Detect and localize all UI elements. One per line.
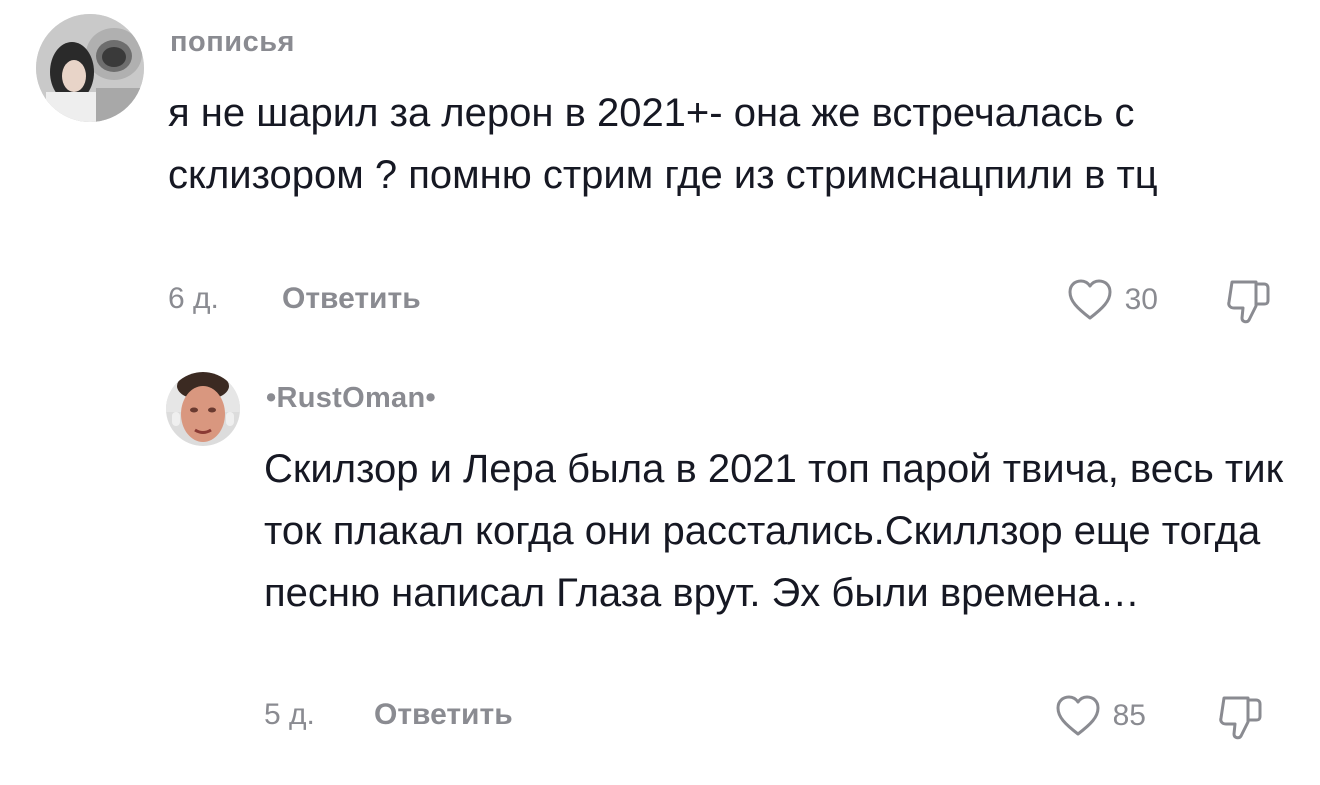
dislike-button[interactable] xyxy=(1214,692,1266,744)
heart-outline-icon xyxy=(1056,695,1100,736)
comment-date: 5 д. xyxy=(264,698,315,731)
username[interactable]: пописья xyxy=(170,26,295,59)
like-button[interactable]: 30 xyxy=(1067,276,1158,324)
reply-button[interactable]: Ответить xyxy=(374,698,513,732)
comment-date: 6 д. xyxy=(168,282,219,315)
like-count: 85 xyxy=(1112,699,1146,732)
reply-button[interactable]: Ответить xyxy=(282,282,421,316)
avatar[interactable] xyxy=(166,372,240,446)
dislike-button[interactable] xyxy=(1222,276,1274,328)
avatar[interactable] xyxy=(36,14,144,122)
like-button[interactable]: 85 xyxy=(1055,692,1146,740)
like-count: 30 xyxy=(1124,283,1158,316)
comment-text: Скилзор и Лера была в 2021 топ парой тви… xyxy=(264,447,1284,615)
reply-comment: •RustOman• Скилзор и Лера была в 2021 то… xyxy=(0,350,1320,785)
comment-actions: 6 д. Ответить 30 xyxy=(168,276,1288,324)
comment: пописья я не шарил за лерон в 2021+- она… xyxy=(0,0,1320,340)
username[interactable]: •RustOman• xyxy=(266,382,436,415)
thumbs-down-outline-icon xyxy=(1227,280,1270,324)
thumbs-down-outline-icon xyxy=(1219,696,1262,740)
heart-outline-icon xyxy=(1068,279,1112,320)
comment-actions: 5 д. Ответить 85 xyxy=(264,692,1284,740)
comment-text: я не шарил за лерон в 2021+- она же встр… xyxy=(168,91,1158,197)
